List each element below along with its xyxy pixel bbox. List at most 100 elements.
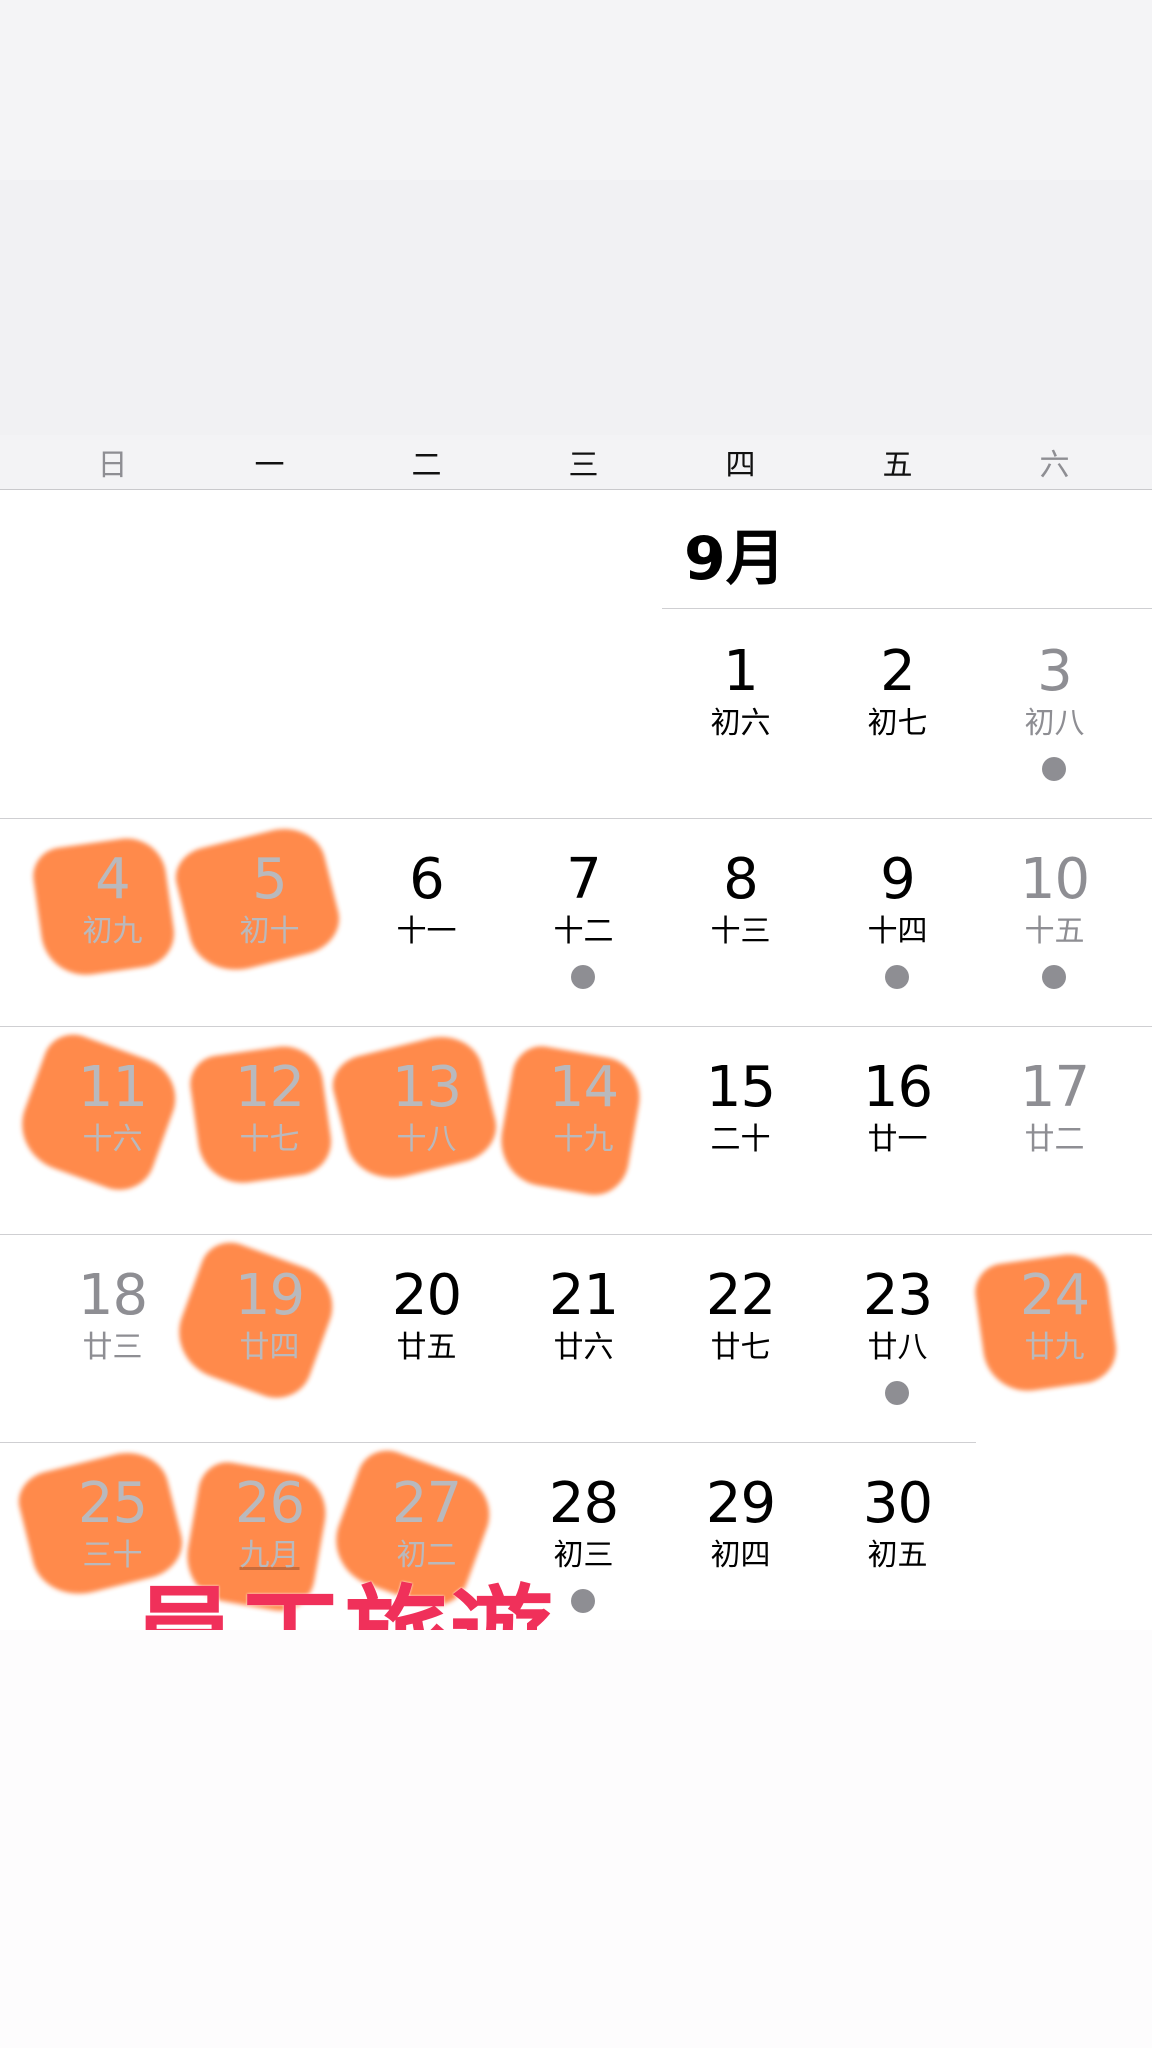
event-dot [885,1381,909,1405]
day-number: 19 [234,1263,305,1328]
lunar-date: 初十 [239,914,300,949]
lunar-date: 十五 [1024,914,1085,949]
day-cell-20[interactable]: 20 廿五 [348,1254,505,1454]
event-dot [571,965,595,989]
day-number: 13 [391,1055,462,1120]
day-cell-14[interactable]: 14 十九 [505,1046,662,1246]
day-cell-22[interactable]: 22 廿七 [662,1254,819,1454]
day-cell-12[interactable]: 12 十七 [191,1046,348,1246]
day-number: 14 [548,1055,619,1120]
day-number: 10 [1019,847,1090,912]
day-number: 27 [391,1471,462,1536]
lunar-date: 初七 [867,706,928,741]
lunar-date: 初四 [710,1538,771,1573]
day-number: 4 [95,847,131,912]
lunar-date: 十八 [396,1122,457,1157]
day-number: 16 [862,1055,933,1120]
day-number: 20 [391,1263,462,1328]
weekday-wed: 三 [568,448,599,483]
day-cell-3[interactable]: 3 初八 [976,630,1133,830]
month-calendar: 9月 1 初六 2 初七 3 初八 4 初九 5 初十 6 十一 7 十二 8 十三 9 十四 10 十五 11 十六 12… [0,490,1152,1696]
day-cell-19[interactable]: 19 廿四 [191,1254,348,1454]
day-number: 21 [548,1263,619,1328]
lunar-date: 廿三 [82,1330,143,1365]
day-cell-5[interactable]: 5 初十 [191,838,348,1038]
day-cell-7[interactable]: 7 十二 [505,838,662,1038]
day-number: 17 [1019,1055,1090,1120]
weekday-tue: 二 [411,448,442,483]
day-cell-2[interactable]: 2 初七 [819,630,976,830]
lunar-date: 廿四 [239,1330,300,1365]
lunar-date: 廿五 [396,1330,457,1365]
day-number: 1 [723,639,759,704]
lunar-date: 十七 [239,1122,300,1157]
weekday-sat: 六 [1039,448,1070,483]
lunar-date: 初五 [867,1538,928,1573]
day-number: 18 [77,1263,148,1328]
day-number: 8 [723,847,759,912]
lunar-date: 十九 [553,1122,614,1157]
day-number: 23 [862,1263,933,1328]
bottom-blank-area [0,1630,1152,2048]
day-cell-23[interactable]: 23 廿八 [819,1254,976,1454]
day-number: 28 [548,1471,619,1536]
day-number: 6 [409,847,445,912]
day-cell-13[interactable]: 13 十八 [348,1046,505,1246]
lunar-date: 初八 [1024,706,1085,741]
day-cell-21[interactable]: 21 廿六 [505,1254,662,1454]
lunar-date: 二十 [710,1122,771,1157]
day-cell-10[interactable]: 10 十五 [976,838,1133,1038]
day-number: 5 [252,847,288,912]
event-dot [571,1589,595,1613]
lunar-date: 十二 [553,914,614,949]
day-cell-18[interactable]: 18 廿三 [34,1254,191,1454]
day-cell-16[interactable]: 16 廿一 [819,1046,976,1246]
day-cell-11[interactable]: 11 十六 [34,1046,191,1246]
lunar-date: 十六 [82,1122,143,1157]
lunar-date: 廿七 [710,1330,771,1365]
event-dot [1042,965,1066,989]
event-dot [885,965,909,989]
weekday-mon: 一 [254,448,285,483]
day-number: 24 [1019,1263,1090,1328]
month-title[interactable]: 9月 [684,510,786,597]
lunar-date: 廿九 [1024,1330,1085,1365]
header-blank-area [0,180,1152,435]
day-cell-1[interactable]: 1 初六 [662,630,819,830]
weekday-fri: 五 [882,448,913,483]
event-dot [1042,757,1066,781]
lunar-date: 初六 [710,706,771,741]
day-number: 2 [880,639,916,704]
day-number: 7 [566,847,602,912]
lunar-date: 廿一 [867,1122,928,1157]
lunar-date: 十一 [396,914,457,949]
day-cell-9[interactable]: 9 十四 [819,838,976,1038]
month-divider [662,608,1152,609]
day-cell-17[interactable]: 17 廿二 [976,1046,1133,1246]
day-number: 26 [234,1471,305,1536]
lunar-date: 初九 [82,914,143,949]
day-cell-6[interactable]: 6 十一 [348,838,505,1038]
day-number: 25 [77,1471,148,1536]
lunar-date: 廿二 [1024,1122,1085,1157]
day-number: 22 [705,1263,776,1328]
day-number: 12 [234,1055,305,1120]
lunar-date: 十三 [710,914,771,949]
day-number: 9 [880,847,916,912]
day-number: 29 [705,1471,776,1536]
weekday-thu: 四 [725,448,756,483]
day-cell-4[interactable]: 4 初九 [34,838,191,1038]
day-cell-24[interactable]: 24 廿九 [976,1254,1133,1454]
lunar-date: 廿八 [867,1330,928,1365]
weekday-sun: 日 [97,448,128,483]
day-number: 30 [862,1471,933,1536]
weekday-header: 日 一 二 三 四 五 六 [0,435,1152,490]
day-cell-15[interactable]: 15 二十 [662,1046,819,1246]
status-area [0,0,1152,180]
day-number: 15 [705,1055,776,1120]
lunar-date: 廿六 [553,1330,614,1365]
day-cell-8[interactable]: 8 十三 [662,838,819,1038]
day-number: 3 [1037,639,1073,704]
lunar-date: 十四 [867,914,928,949]
day-number: 11 [77,1055,148,1120]
